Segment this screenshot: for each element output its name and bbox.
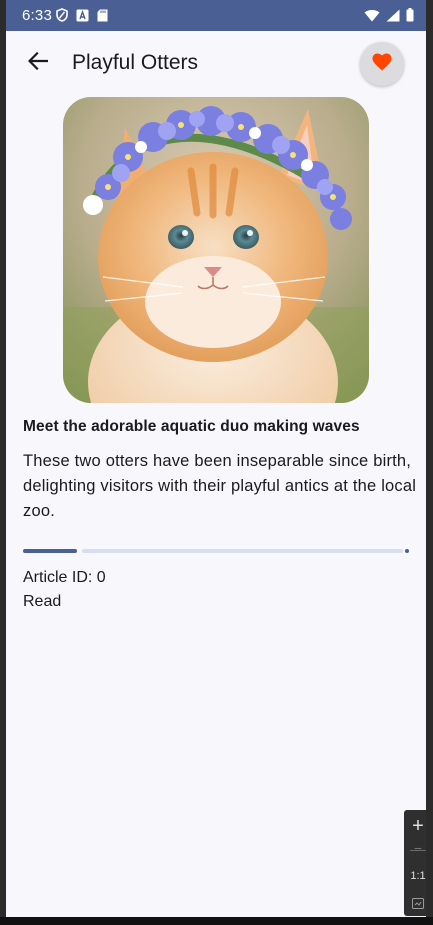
actual-size-button[interactable]: 1:1 xyxy=(404,870,426,882)
progress-track xyxy=(82,549,403,553)
app-screen: 6:33 Playful Otters Meet the adorable aq… xyxy=(6,0,426,917)
navigation-bar xyxy=(0,917,433,925)
favorite-button[interactable] xyxy=(360,42,404,86)
progress-fill xyxy=(23,549,77,553)
page-title: Playful Otters xyxy=(72,51,199,74)
a-badge-icon xyxy=(76,9,89,27)
signal-icon xyxy=(386,9,400,27)
article-image xyxy=(63,97,369,403)
status-bar: 6:33 xyxy=(6,0,426,31)
arrow-left-icon xyxy=(27,51,49,75)
shield-icon xyxy=(56,8,68,27)
read-status: Read xyxy=(23,593,62,610)
battery-icon xyxy=(406,8,414,27)
back-button[interactable] xyxy=(20,45,56,81)
fit-screen-button[interactable] xyxy=(404,896,426,914)
reading-progress-bar xyxy=(23,548,409,554)
article-id: Article ID: 0 xyxy=(23,569,106,586)
heart-icon xyxy=(372,53,392,76)
status-right-icons xyxy=(364,8,414,27)
top-app-bar: Playful Otters xyxy=(6,31,426,97)
status-left-icons xyxy=(56,8,108,27)
wifi-icon xyxy=(364,9,380,27)
zoom-out-button[interactable]: − xyxy=(404,840,426,856)
article-body: These two otters have been inseparable s… xyxy=(23,452,417,520)
zoom-in-button[interactable]: + xyxy=(404,815,426,838)
status-time: 6:33 xyxy=(22,7,52,24)
zoom-controls: + − 1:1 xyxy=(404,810,426,916)
sd-card-icon xyxy=(97,9,108,27)
fit-screen-icon xyxy=(412,896,424,913)
article-headline: Meet the adorable aquatic duo making wav… xyxy=(23,418,360,435)
progress-end-indicator xyxy=(405,549,409,553)
